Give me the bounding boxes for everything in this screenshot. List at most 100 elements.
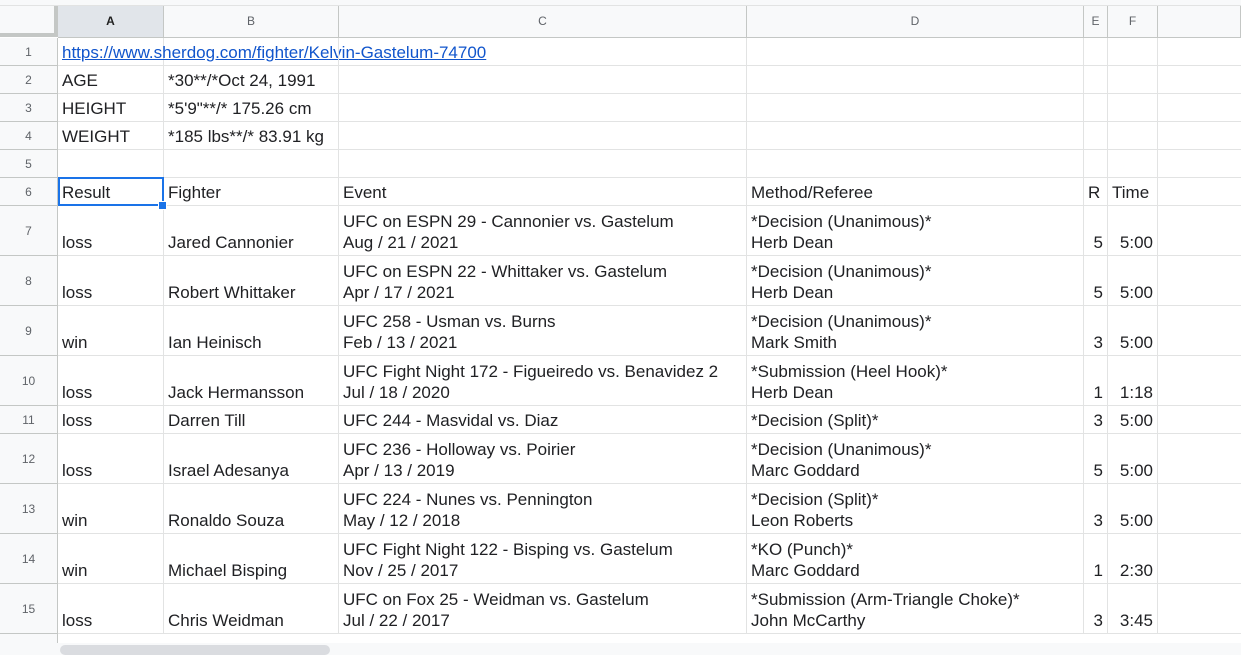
cell-f4[interactable]	[1108, 122, 1158, 150]
cell-d10[interactable]: *Submission (Heel Hook)* Herb Dean	[747, 356, 1084, 406]
cell-d8[interactable]: *Decision (Unanimous)* Herb Dean	[747, 256, 1084, 306]
cell-empty[interactable]	[1158, 66, 1241, 94]
row-header[interactable]: 14	[0, 534, 58, 584]
cell-c8[interactable]: UFC on ESPN 22 - Whittaker vs. Gastelum A…	[339, 256, 747, 306]
cell-e3[interactable]	[1084, 94, 1108, 122]
cell-e9[interactable]: 3	[1084, 306, 1108, 356]
cell-b8[interactable]: Robert Whittaker	[164, 256, 339, 306]
cell-e13[interactable]: 3	[1084, 484, 1108, 534]
cell-a8[interactable]: loss	[58, 256, 164, 306]
cell-a12[interactable]: loss	[58, 434, 164, 484]
cell-a11[interactable]: loss	[58, 406, 164, 434]
cell-b14[interactable]: Michael Bisping	[164, 534, 339, 584]
cell-e12[interactable]: 5	[1084, 434, 1108, 484]
cell-c2[interactable]	[339, 66, 747, 94]
cell-b10[interactable]: Jack Hermansson	[164, 356, 339, 406]
cell-e1[interactable]	[1084, 38, 1108, 66]
cell-d1[interactable]	[747, 38, 1084, 66]
cell-c3[interactable]	[339, 94, 747, 122]
cell-d11[interactable]: *Decision (Split)*	[747, 406, 1084, 434]
cell-e7[interactable]: 5	[1084, 206, 1108, 256]
cell-c7[interactable]: UFC on ESPN 29 - Cannonier vs. Gastelum A…	[339, 206, 747, 256]
cell-e15[interactable]: 3	[1084, 584, 1108, 634]
cell-a5[interactable]	[58, 150, 164, 178]
cell-empty[interactable]	[1158, 356, 1241, 406]
cell-b9[interactable]: Ian Heinisch	[164, 306, 339, 356]
row-header[interactable]: 9	[0, 306, 58, 356]
cell-f7[interactable]: 5:00	[1108, 206, 1158, 256]
cell-b5[interactable]	[164, 150, 339, 178]
row-header[interactable]: 7	[0, 206, 58, 256]
cell-a7[interactable]: loss	[58, 206, 164, 256]
cell-c12[interactable]: UFC 236 - Holloway vs. Poirier Apr / 13 /…	[339, 434, 747, 484]
row-header[interactable]: 2	[0, 66, 58, 94]
cell-d4[interactable]	[747, 122, 1084, 150]
cell-e11[interactable]: 3	[1084, 406, 1108, 434]
cell-f11[interactable]: 5:00	[1108, 406, 1158, 434]
cell-f13[interactable]: 5:00	[1108, 484, 1158, 534]
cell-d5[interactable]	[747, 150, 1084, 178]
row-header[interactable]: 10	[0, 356, 58, 406]
cell-f12[interactable]: 5:00	[1108, 434, 1158, 484]
cell-c11[interactable]: UFC 244 - Masvidal vs. Diaz	[339, 406, 747, 434]
horizontal-scrollbar-thumb[interactable]	[60, 645, 330, 655]
cell-b13[interactable]: Ronaldo Souza	[164, 484, 339, 534]
cell-a15[interactable]: loss	[58, 584, 164, 634]
cell-d9[interactable]: *Decision (Unanimous)* Mark Smith	[747, 306, 1084, 356]
cell-d2[interactable]	[747, 66, 1084, 94]
row-header[interactable]: 15	[0, 584, 58, 634]
cell-f10[interactable]: 1:18	[1108, 356, 1158, 406]
cell-e2[interactable]	[1084, 66, 1108, 94]
cell-empty[interactable]	[1158, 484, 1241, 534]
column-header-a[interactable]: A	[58, 6, 164, 38]
cell-a6[interactable]: Result	[58, 178, 164, 206]
cell-e10[interactable]: 1	[1084, 356, 1108, 406]
cell-d7[interactable]: *Decision (Unanimous)* Herb Dean	[747, 206, 1084, 256]
select-all-corner[interactable]	[0, 6, 58, 37]
row-header[interactable]: 12	[0, 434, 58, 484]
cell-c9[interactable]: UFC 258 - Usman vs. Burns Feb / 13 / 2021	[339, 306, 747, 356]
cell-b15[interactable]: Chris Weidman	[164, 584, 339, 634]
cell-empty[interactable]	[1158, 178, 1241, 206]
cell-f8[interactable]: 5:00	[1108, 256, 1158, 306]
cell-empty[interactable]	[1158, 434, 1241, 484]
cell-empty[interactable]	[1158, 406, 1241, 434]
cell-a3[interactable]: HEIGHT	[58, 94, 164, 122]
row-header[interactable]: 8	[0, 256, 58, 306]
cell-empty[interactable]	[1158, 94, 1241, 122]
url-link[interactable]: https://www.sherdog.com/fighter/Kelvin-G…	[62, 42, 486, 63]
cell-c13[interactable]: UFC 224 - Nunes vs. Pennington May / 12 /…	[339, 484, 747, 534]
cell-e6[interactable]: R	[1084, 178, 1108, 206]
cell-d6[interactable]: Method/Referee	[747, 178, 1084, 206]
cell-empty[interactable]	[1158, 584, 1241, 634]
row-header[interactable]: 4	[0, 122, 58, 150]
row-header[interactable]: 5	[0, 150, 58, 178]
cell-b7[interactable]: Jared Cannonier	[164, 206, 339, 256]
cell-empty[interactable]	[1158, 206, 1241, 256]
cell-f14[interactable]: 2:30	[1108, 534, 1158, 584]
cell-b6[interactable]: Fighter	[164, 178, 339, 206]
cell-c4[interactable]	[339, 122, 747, 150]
column-header-b[interactable]: B	[164, 6, 339, 38]
cell-e8[interactable]: 5	[1084, 256, 1108, 306]
row-header[interactable]: 1	[0, 38, 58, 66]
cell-c15[interactable]: UFC on Fox 25 - Weidman vs. Gastelum Jul …	[339, 584, 747, 634]
column-header-c[interactable]: C	[339, 6, 747, 38]
cell-a13[interactable]: win	[58, 484, 164, 534]
cell-b1[interactable]	[164, 38, 339, 66]
cell-a9[interactable]: win	[58, 306, 164, 356]
cell-b12[interactable]: Israel Adesanya	[164, 434, 339, 484]
cell-b11[interactable]: Darren Till	[164, 406, 339, 434]
cell-d15[interactable]: *Submission (Arm-Triangle Choke)* John Mc…	[747, 584, 1084, 634]
cell-e14[interactable]: 1	[1084, 534, 1108, 584]
cell-a2[interactable]: AGE	[58, 66, 164, 94]
column-header-f[interactable]: F	[1108, 6, 1158, 38]
row-header[interactable]: 11	[0, 406, 58, 434]
cell-e5[interactable]	[1084, 150, 1108, 178]
cell-c5[interactable]	[339, 150, 747, 178]
cell-empty[interactable]	[1158, 122, 1241, 150]
column-header-e[interactable]: E	[1084, 6, 1108, 38]
cell-b4[interactable]: *185 lbs**/* 83.91 kg	[164, 122, 339, 150]
cell-d13[interactable]: *Decision (Split)* Leon Roberts	[747, 484, 1084, 534]
cell-f1[interactable]	[1108, 38, 1158, 66]
